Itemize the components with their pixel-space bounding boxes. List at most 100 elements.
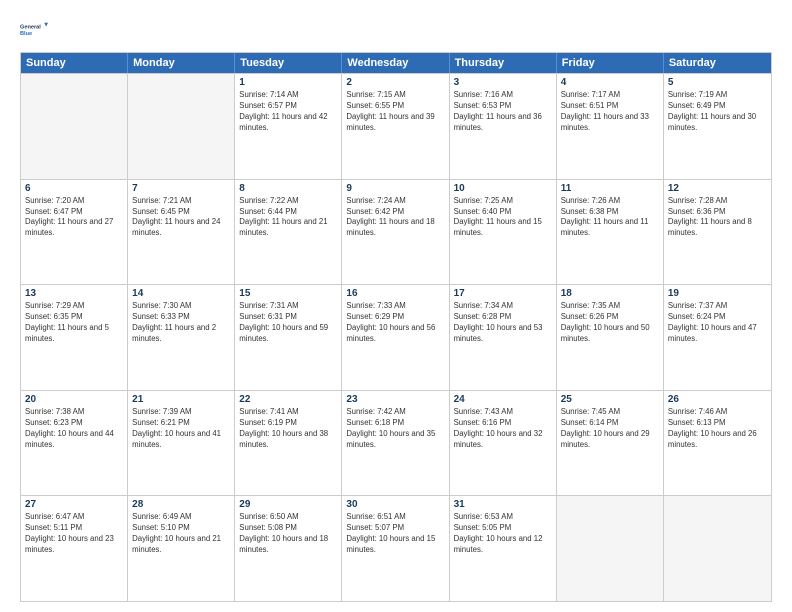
day-cell-12: 12 Sunrise: 7:28 AMSunset: 6:36 PMDayligh… — [664, 180, 771, 285]
day-cell-31: 31 Sunrise: 6:53 AMSunset: 5:05 PMDayligh… — [450, 496, 557, 601]
day-cell-2: 2Sunrise: 7:15 AMSunset: 6:55 PMDaylight… — [342, 74, 449, 179]
day-cell-5: 5Sunrise: 7:19 AMSunset: 6:49 PMDaylight… — [664, 74, 771, 179]
day-number: 26 — [668, 394, 767, 405]
sun-info: Sunrise: 6:50 AMSunset: 5:08 PMDaylight:… — [239, 512, 337, 556]
sun-info: Sunrise: 6:53 AMSunset: 5:05 PMDaylight:… — [454, 512, 552, 556]
day-cell-21: 21 Sunrise: 7:39 AMSunset: 6:21 PMDayligh… — [128, 391, 235, 496]
day-number: 10 — [454, 183, 552, 194]
day-number: 4 — [561, 77, 659, 88]
sun-info: Sunrise: 7:29 AMSunset: 6:35 PMDaylight:… — [25, 301, 123, 345]
sun-info: Sunrise: 7:21 AMSunset: 6:45 PMDaylight:… — [132, 196, 230, 240]
sun-info: Sunrise: 7:37 AMSunset: 6:24 PMDaylight:… — [668, 301, 767, 345]
day-cell-18: 18 Sunrise: 7:35 AMSunset: 6:26 PMDayligh… — [557, 285, 664, 390]
week-row-4: 20Sunrise: 7:38 AMSunset: 6:23 PMDayligh… — [21, 390, 771, 496]
day-cell-22: 22 Sunrise: 7:41 AMSunset: 6:19 PMDayligh… — [235, 391, 342, 496]
day-number: 9 — [346, 183, 444, 194]
day-cell-7: 7 Sunrise: 7:21 AMSunset: 6:45 PMDaylight… — [128, 180, 235, 285]
week-row-3: 13 Sunrise: 7:29 AMSunset: 6:35 PMDayligh… — [21, 284, 771, 390]
sun-info: Sunrise: 7:30 AMSunset: 6:33 PMDaylight:… — [132, 301, 230, 345]
calendar: SundayMondayTuesdayWednesdayThursdayFrid… — [20, 52, 772, 602]
sun-info: Sunrise: 7:28 AMSunset: 6:36 PMDaylight:… — [668, 196, 767, 240]
logo: General Blue — [20, 16, 48, 44]
day-number: 15 — [239, 288, 337, 299]
day-cell-23: 23 Sunrise: 7:42 AMSunset: 6:18 PMDayligh… — [342, 391, 449, 496]
sun-info: Sunrise: 7:45 AMSunset: 6:14 PMDaylight:… — [561, 407, 659, 451]
sun-info: Sunrise: 7:16 AMSunset: 6:53 PMDaylight:… — [454, 90, 552, 134]
svg-text:Blue: Blue — [20, 31, 32, 37]
day-number: 21 — [132, 394, 230, 405]
day-number: 6 — [25, 183, 123, 194]
sun-info: Sunrise: 7:43 AMSunset: 6:16 PMDaylight:… — [454, 407, 552, 451]
empty-cell — [557, 496, 664, 601]
day-number: 13 — [25, 288, 123, 299]
sun-info: Sunrise: 7:42 AMSunset: 6:18 PMDaylight:… — [346, 407, 444, 451]
day-cell-16: 16 Sunrise: 7:33 AMSunset: 6:29 PMDayligh… — [342, 285, 449, 390]
sun-info: Sunrise: 7:35 AMSunset: 6:26 PMDaylight:… — [561, 301, 659, 345]
day-number: 22 — [239, 394, 337, 405]
day-number: 11 — [561, 183, 659, 194]
day-cell-9: 9 Sunrise: 7:24 AMSunset: 6:42 PMDaylight… — [342, 180, 449, 285]
day-number: 14 — [132, 288, 230, 299]
day-cell-29: 29 Sunrise: 6:50 AMSunset: 5:08 PMDayligh… — [235, 496, 342, 601]
day-cell-24: 24 Sunrise: 7:43 AMSunset: 6:16 PMDayligh… — [450, 391, 557, 496]
day-number: 18 — [561, 288, 659, 299]
sun-info: Sunrise: 7:14 AMSunset: 6:57 PMDaylight:… — [239, 90, 337, 134]
sun-info: Sunrise: 7:17 AMSunset: 6:51 PMDaylight:… — [561, 90, 659, 134]
sun-info: Sunrise: 7:33 AMSunset: 6:29 PMDaylight:… — [346, 301, 444, 345]
day-cell-26: 26Sunrise: 7:46 AMSunset: 6:13 PMDayligh… — [664, 391, 771, 496]
day-number: 29 — [239, 499, 337, 510]
day-number: 27 — [25, 499, 123, 510]
day-cell-6: 6Sunrise: 7:20 AMSunset: 6:47 PMDaylight… — [21, 180, 128, 285]
empty-cell — [128, 74, 235, 179]
sun-info: Sunrise: 6:47 AMSunset: 5:11 PMDaylight:… — [25, 512, 123, 556]
sun-info: Sunrise: 7:41 AMSunset: 6:19 PMDaylight:… — [239, 407, 337, 451]
header-day-monday: Monday — [128, 53, 235, 73]
day-number: 19 — [668, 288, 767, 299]
week-row-5: 27 Sunrise: 6:47 AMSunset: 5:11 PMDayligh… — [21, 495, 771, 601]
day-number: 7 — [132, 183, 230, 194]
header-day-tuesday: Tuesday — [235, 53, 342, 73]
day-cell-8: 8 Sunrise: 7:22 AMSunset: 6:44 PMDaylight… — [235, 180, 342, 285]
day-number: 17 — [454, 288, 552, 299]
day-number: 20 — [25, 394, 123, 405]
week-row-1: 1 Sunrise: 7:14 AMSunset: 6:57 PMDaylight… — [21, 73, 771, 179]
sun-info: Sunrise: 7:25 AMSunset: 6:40 PMDaylight:… — [454, 196, 552, 240]
day-number: 2 — [346, 77, 444, 88]
sun-info: Sunrise: 7:26 AMSunset: 6:38 PMDaylight:… — [561, 196, 659, 240]
day-cell-30: 30Sunrise: 6:51 AMSunset: 5:07 PMDayligh… — [342, 496, 449, 601]
header-day-wednesday: Wednesday — [342, 53, 449, 73]
day-number: 1 — [239, 77, 337, 88]
header-day-thursday: Thursday — [450, 53, 557, 73]
empty-cell — [664, 496, 771, 601]
sun-info: Sunrise: 6:49 AMSunset: 5:10 PMDaylight:… — [132, 512, 230, 556]
sun-info: Sunrise: 7:22 AMSunset: 6:44 PMDaylight:… — [239, 196, 337, 240]
day-number: 24 — [454, 394, 552, 405]
header-day-saturday: Saturday — [664, 53, 771, 73]
day-cell-3: 3Sunrise: 7:16 AMSunset: 6:53 PMDaylight… — [450, 74, 557, 179]
sun-info: Sunrise: 7:19 AMSunset: 6:49 PMDaylight:… — [668, 90, 767, 134]
calendar-body: 1 Sunrise: 7:14 AMSunset: 6:57 PMDaylight… — [21, 73, 771, 601]
week-row-2: 6Sunrise: 7:20 AMSunset: 6:47 PMDaylight… — [21, 179, 771, 285]
header: General Blue — [20, 16, 772, 44]
day-cell-28: 28Sunrise: 6:49 AMSunset: 5:10 PMDayligh… — [128, 496, 235, 601]
day-number: 31 — [454, 499, 552, 510]
day-number: 16 — [346, 288, 444, 299]
day-number: 12 — [668, 183, 767, 194]
day-cell-15: 15 Sunrise: 7:31 AMSunset: 6:31 PMDayligh… — [235, 285, 342, 390]
day-cell-20: 20Sunrise: 7:38 AMSunset: 6:23 PMDayligh… — [21, 391, 128, 496]
header-day-sunday: Sunday — [21, 53, 128, 73]
day-number: 25 — [561, 394, 659, 405]
sun-info: Sunrise: 7:24 AMSunset: 6:42 PMDaylight:… — [346, 196, 444, 240]
day-cell-17: 17 Sunrise: 7:34 AMSunset: 6:28 PMDayligh… — [450, 285, 557, 390]
day-cell-4: 4 Sunrise: 7:17 AMSunset: 6:51 PMDaylight… — [557, 74, 664, 179]
day-cell-10: 10 Sunrise: 7:25 AMSunset: 6:40 PMDayligh… — [450, 180, 557, 285]
sun-info: Sunrise: 6:51 AMSunset: 5:07 PMDaylight:… — [346, 512, 444, 556]
sun-info: Sunrise: 7:34 AMSunset: 6:28 PMDaylight:… — [454, 301, 552, 345]
empty-cell — [21, 74, 128, 179]
svg-text:General: General — [20, 24, 41, 30]
day-number: 23 — [346, 394, 444, 405]
day-number: 8 — [239, 183, 337, 194]
sun-info: Sunrise: 7:39 AMSunset: 6:21 PMDaylight:… — [132, 407, 230, 451]
sun-info: Sunrise: 7:31 AMSunset: 6:31 PMDaylight:… — [239, 301, 337, 345]
calendar-page: General Blue SundayMondayTuesdayWednesda… — [0, 0, 792, 612]
